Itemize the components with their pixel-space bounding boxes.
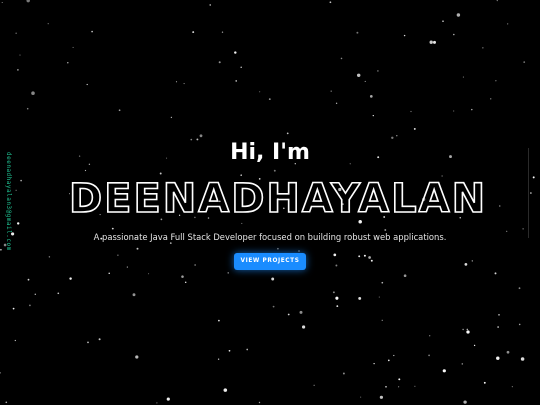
hero-tagline: A passionate Java Full Stack Developer f… <box>93 232 447 242</box>
portfolio-page: Hi, I'm DEENADHAYALAN A passionate Java … <box>0 0 540 405</box>
hero-greeting: Hi, I'm <box>230 140 310 165</box>
email-link[interactable]: deenadhayalan3@gmail.com <box>4 152 12 252</box>
hero-section: Hi, I'm DEENADHAYALAN A passionate Java … <box>0 0 540 405</box>
hero-name-outline: DEENADHAYALAN <box>68 175 487 222</box>
view-projects-button[interactable]: VIEW PROJECTS <box>234 253 306 270</box>
scroll-indicator <box>528 148 529 238</box>
hero-name: DEENADHAYALAN <box>69 176 487 222</box>
